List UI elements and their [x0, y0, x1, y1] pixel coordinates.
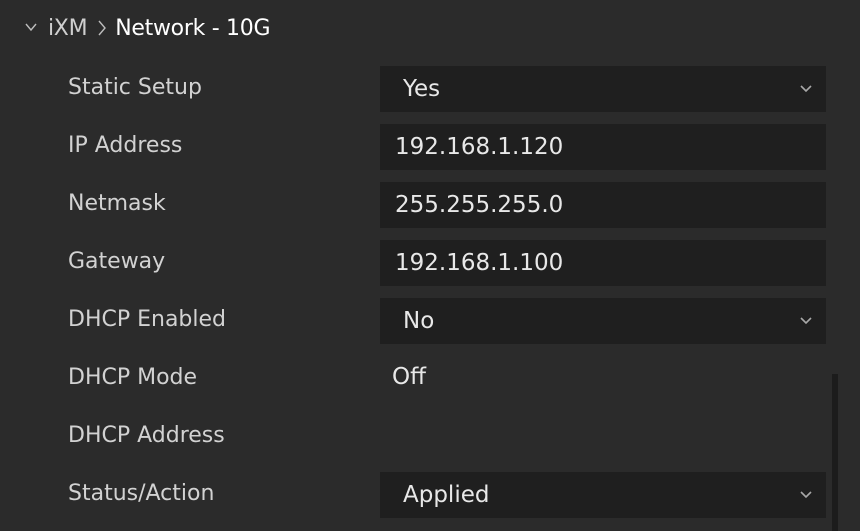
breadcrumb-parent[interactable]: iXM: [48, 16, 88, 41]
dhcp-mode-row: DHCP Mode Off: [0, 348, 830, 406]
dhcp-mode-label: DHCP Mode: [68, 364, 198, 390]
dhcp-enabled-select[interactable]: No: [380, 298, 826, 344]
section-header[interactable]: iXM Network - 10G: [0, 0, 860, 56]
chevron-down-icon: [800, 85, 812, 93]
status-action-label: Status/Action: [68, 480, 215, 506]
static-setup-label: Static Setup: [68, 74, 202, 100]
chevron-right-icon: [98, 20, 107, 36]
dhcp-enabled-value: No: [403, 308, 435, 334]
status-action-row: Status/Action Applied: [0, 464, 830, 522]
ip-address-input[interactable]: 192.168.1.120: [380, 124, 826, 170]
section-title: Network - 10G: [115, 15, 271, 41]
chevron-down-icon: [800, 491, 812, 499]
scrollbar[interactable]: [832, 374, 838, 531]
gateway-label: Gateway: [68, 248, 166, 274]
netmask-input[interactable]: 255.255.255.0: [380, 182, 826, 228]
dhcp-mode-value: Off: [392, 364, 426, 390]
dhcp-enabled-row: DHCP Enabled No: [0, 290, 830, 348]
ip-address-value: 192.168.1.120: [395, 134, 564, 160]
chevron-down-icon: [800, 317, 812, 325]
breadcrumb: iXM Network - 10G: [48, 13, 271, 43]
gateway-row: Gateway 192.168.1.100: [0, 232, 830, 290]
dhcp-address-label: DHCP Address: [68, 422, 225, 448]
netmask-value: 255.255.255.0: [395, 192, 564, 218]
ip-address-row: IP Address 192.168.1.120: [0, 116, 830, 174]
dhcp-address-row: DHCP Address: [0, 406, 830, 464]
gateway-input[interactable]: 192.168.1.100: [380, 240, 826, 286]
dhcp-enabled-label: DHCP Enabled: [68, 306, 227, 332]
netmask-row: Netmask 255.255.255.0: [0, 174, 830, 232]
panel-edge: [850, 0, 860, 531]
static-setup-row: Static Setup Yes: [0, 58, 830, 116]
gateway-value: 192.168.1.100: [395, 250, 564, 276]
network-settings-panel: iXM Network - 10G Static Setup Yes IP Ad…: [0, 0, 860, 531]
static-setup-select[interactable]: Yes: [380, 66, 826, 112]
status-action-value: Applied: [403, 482, 490, 508]
chevron-down-icon[interactable]: [24, 20, 38, 34]
status-action-select[interactable]: Applied: [380, 472, 826, 518]
static-setup-value: Yes: [403, 76, 441, 102]
netmask-label: Netmask: [68, 190, 166, 216]
ip-address-label: IP Address: [68, 132, 183, 158]
